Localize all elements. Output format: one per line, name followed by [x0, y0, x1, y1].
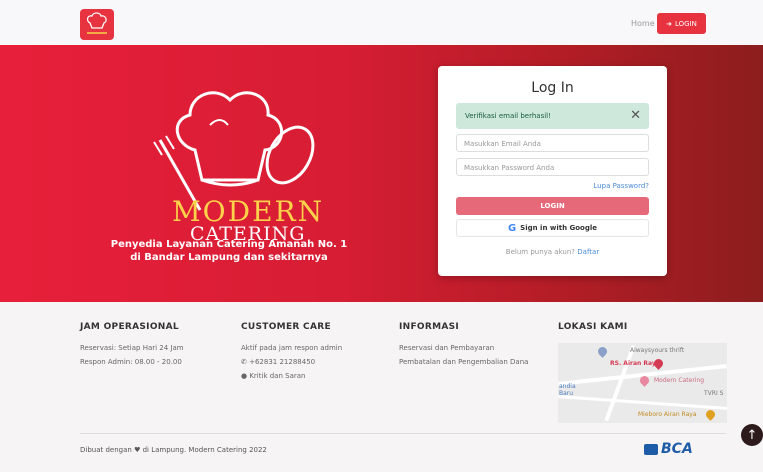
footer-info-title: INFORMASI [399, 322, 460, 332]
tagline-line-1: Penyedia Layanan Catering Amanah No. 1 [110, 239, 348, 250]
map-label: Alwaysyours thrift [630, 347, 685, 354]
map-label: RS. Airan Raya [610, 360, 660, 367]
footer-location-title: LOKASI KAMI [558, 322, 628, 332]
credit-suffix: di Lampung. Modern Catering 2022 [142, 446, 267, 454]
nav-login-label: LOGIN [674, 19, 697, 28]
navbar: Home ➜ LOGIN [0, 0, 763, 45]
footer-jam-item: Reservasi: Setiap Hari 24 Jam [80, 344, 184, 352]
success-alert: Verifikasi email berhasil! ✕ [456, 103, 649, 129]
hero-tagline: Penyedia Layanan Catering Amanah No. 1 d… [96, 238, 362, 264]
alert-text: Verifikasi email berhasil! [465, 112, 551, 120]
comment-icon: ● [241, 372, 248, 380]
footer-care-title: CUSTOMER CARE [241, 322, 331, 332]
bca-label: BCA [661, 441, 693, 457]
footer-divider [80, 433, 726, 434]
bca-mark-icon [644, 443, 658, 455]
map-label: Mieboro Airan Raya [638, 411, 697, 418]
google-icon: G [507, 222, 517, 234]
footer-info-link[interactable]: Pembatalan dan Pengembalian Dana [399, 358, 528, 366]
map-label: andia [559, 383, 576, 390]
login-submit-button[interactable]: LOGIN [456, 197, 649, 215]
login-arrow-icon: ➜ [666, 19, 672, 28]
nav-login-button[interactable]: ➜ LOGIN [657, 13, 706, 34]
password-input[interactable]: Masukkan Password Anda [456, 158, 649, 176]
nav-home-link[interactable]: Home [631, 19, 655, 28]
map-label: Modern Catering [654, 377, 705, 384]
scroll-to-top-button[interactable]: ↑ [741, 424, 763, 446]
phone-number: +62831 21288450 [249, 358, 316, 366]
footer-jam-title: JAM OPERASIONAL [80, 322, 179, 332]
close-icon[interactable]: ✕ [630, 108, 641, 123]
register-link[interactable]: Daftar [577, 248, 599, 256]
register-prompt: Belum punya akun? Daftar [438, 248, 667, 256]
map-road [558, 395, 727, 410]
map-pin-icon [596, 345, 609, 358]
footer-credit: Dibuat dengan ♥ di Lampung. Modern Cater… [80, 446, 267, 454]
chef-logo-icon [86, 12, 107, 34]
bca-logo: BCA [644, 441, 693, 457]
footer-phone[interactable]: ✆ +62831 21288450 [241, 358, 315, 366]
footer-care-item: Aktif pada jam respon admin [241, 344, 343, 352]
footer-jam-item: Respon Admin: 08.00 - 20.00 [80, 358, 182, 366]
map-label: TVRI S [704, 390, 724, 397]
arrow-up-icon: ↑ [746, 427, 758, 443]
credit-prefix: Dibuat dengan [80, 446, 132, 454]
logo[interactable] [80, 9, 114, 40]
location-map[interactable]: Alwaysyours thrift RS. Airan Raya Modern… [558, 343, 727, 423]
map-label: Baru [559, 390, 574, 397]
feedback-label: Kritik dan Saran [249, 372, 306, 380]
map-road [604, 344, 636, 422]
forgot-password-link[interactable]: Lupa Password? [593, 182, 649, 190]
google-signin-button[interactable]: G Sign in with Google [456, 219, 649, 237]
tagline-line-2: di Bandar Lampung dan sekitarnya [130, 252, 328, 263]
map-pin-icon [704, 408, 717, 421]
login-card: Log In Verifikasi email berhasil! ✕ Masu… [438, 66, 667, 276]
email-input[interactable]: Masukkan Email Anda [456, 134, 649, 152]
login-title: Log In [531, 80, 574, 96]
google-signin-label: Sign in with Google [520, 224, 598, 232]
register-text: Belum punya akun? [505, 248, 576, 256]
footer-feedback-link[interactable]: ● Kritik dan Saran [241, 372, 305, 380]
heart-icon: ♥ [134, 446, 141, 454]
whatsapp-icon: ✆ [241, 358, 247, 366]
footer-info-link[interactable]: Reservasi dan Pembayaran [399, 344, 494, 352]
